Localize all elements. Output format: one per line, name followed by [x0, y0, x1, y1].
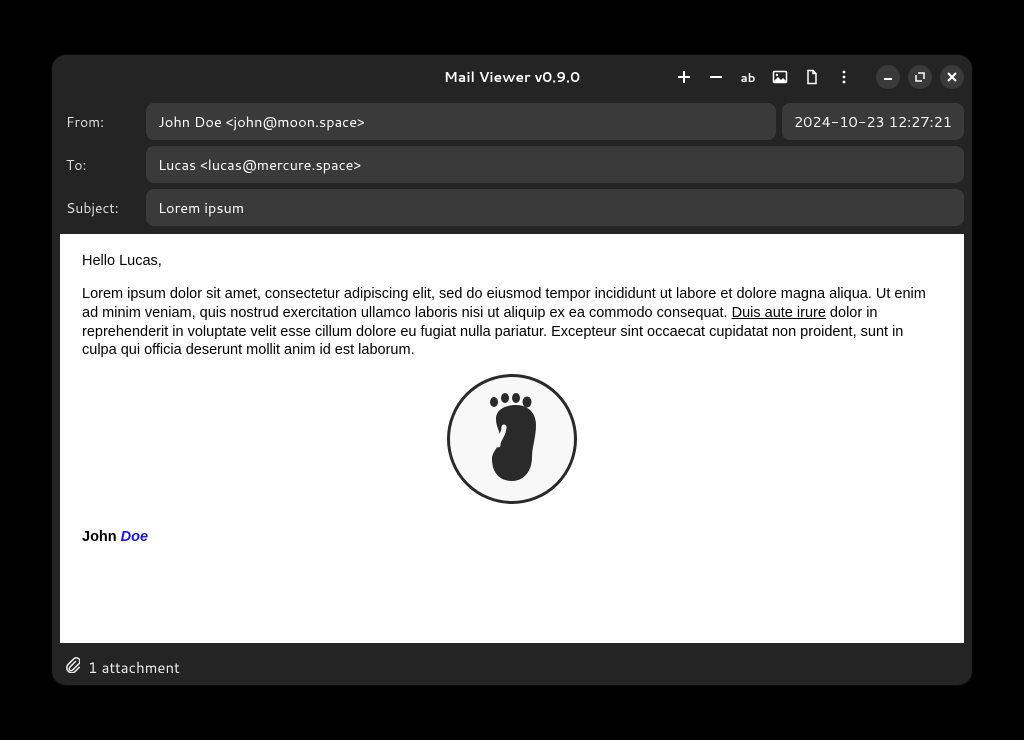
- mail-headers: From: John Doe <john@moon.space> 2024-10…: [52, 99, 972, 234]
- document-icon[interactable]: [800, 65, 824, 89]
- body-paragraph: Lorem ipsum dolor sit amet, consectetur …: [82, 285, 942, 360]
- from-label: From:: [60, 112, 140, 132]
- close-button[interactable]: [940, 65, 964, 89]
- to-label: To:: [60, 155, 140, 175]
- status-bar: 1 attachment: [52, 649, 972, 685]
- header-row-subject: Subject: Lorem ipsum: [60, 189, 964, 226]
- image-icon[interactable]: [768, 65, 792, 89]
- mail-body[interactable]: Hello Lucas, Lorem ipsum dolor sit amet,…: [60, 234, 964, 643]
- maximize-button[interactable]: [908, 65, 932, 89]
- title-bar-controls: ab: [672, 55, 964, 99]
- date-field: 2024-10-23 12:27:21: [782, 103, 964, 140]
- from-field[interactable]: John Doe <john@moon.space>: [146, 103, 776, 140]
- minus-icon[interactable]: [704, 65, 728, 89]
- header-row-to: To: Lucas <lucas@mercure.space>: [60, 146, 964, 183]
- subject-label: Subject:: [60, 198, 140, 218]
- paperclip-icon: [64, 657, 80, 678]
- to-field[interactable]: Lucas <lucas@mercure.space>: [146, 146, 964, 183]
- menu-icon[interactable]: [832, 65, 856, 89]
- signature: John Doe: [82, 528, 942, 547]
- ab-icon[interactable]: ab: [736, 65, 760, 89]
- attachment-count[interactable]: 1 attachment: [88, 657, 180, 678]
- title-bar: Mail Viewer v0.9.0 ab: [52, 55, 972, 99]
- signature-first-name: John: [82, 529, 117, 545]
- logo-container: [82, 374, 942, 504]
- signature-last-name: Doe: [121, 529, 148, 545]
- foot-icon: [447, 374, 577, 504]
- body-greeting: Hello Lucas,: [82, 252, 942, 271]
- plus-icon[interactable]: [672, 65, 696, 89]
- minimize-button[interactable]: [876, 65, 900, 89]
- app-window: Mail Viewer v0.9.0 ab: [52, 55, 972, 685]
- body-link[interactable]: Duis aute irure: [732, 305, 826, 321]
- window-title: Mail Viewer v0.9.0: [444, 67, 580, 87]
- subject-field[interactable]: Lorem ipsum: [146, 189, 964, 226]
- header-row-from: From: John Doe <john@moon.space> 2024-10…: [60, 103, 964, 140]
